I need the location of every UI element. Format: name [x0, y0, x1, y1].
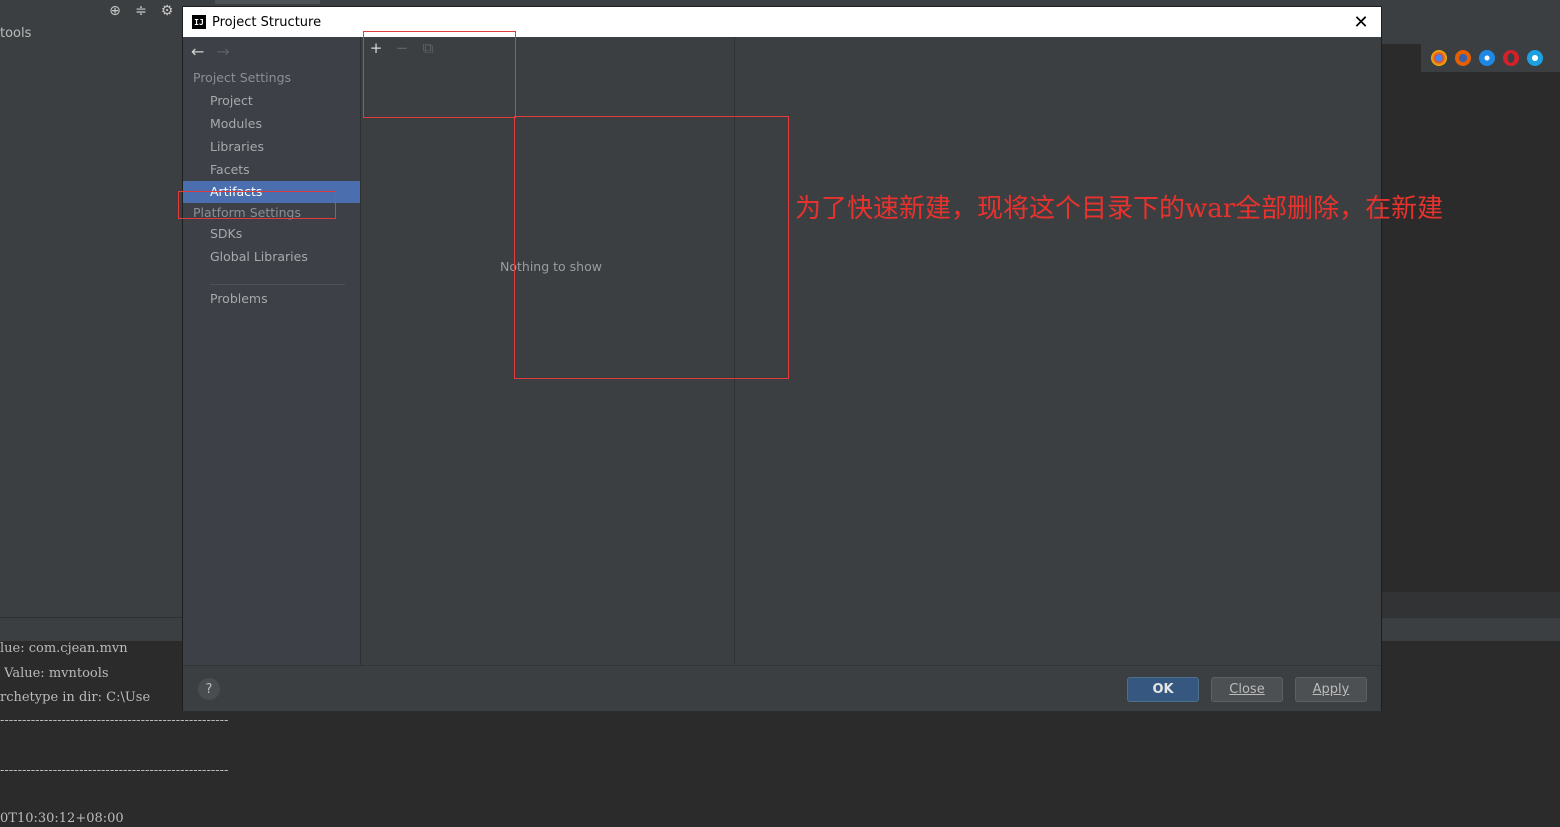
- platform-settings-header: Platform Settings: [193, 205, 301, 220]
- dialog-title: Project Structure: [212, 14, 322, 30]
- ide-tab-indicator: [215, 0, 320, 4]
- close-icon[interactable]: ✕: [1349, 10, 1373, 34]
- console-line: ----------------------------------------…: [0, 763, 229, 778]
- sidebar-divider: [210, 284, 345, 285]
- sidebar-item-global-libraries[interactable]: Global Libraries: [183, 246, 360, 268]
- ide-project-label: tools: [0, 26, 32, 41]
- add-icon[interactable]: +: [368, 39, 384, 57]
- project-structure-dialog: IJ Project Structure ✕ ← → Project Setti…: [182, 6, 1382, 711]
- opera-icon[interactable]: [1503, 50, 1519, 66]
- ide-top-toolbar: ⊕ ≑ ⚙: [106, 2, 176, 20]
- nav-arrows: ← →: [191, 42, 230, 61]
- copy-icon[interactable]: ⧉: [420, 39, 436, 57]
- ide-project-panel: tools: [0, 22, 182, 617]
- dialog-footer: ? OK Close Apply: [183, 665, 1381, 711]
- close-button[interactable]: Close: [1211, 677, 1283, 702]
- sidebar-item-facets[interactable]: Facets: [183, 159, 360, 181]
- artifact-details-panel: [736, 37, 1381, 665]
- firefox-icon[interactable]: [1455, 50, 1471, 66]
- console-line: Value: mvntools: [0, 666, 109, 681]
- help-icon[interactable]: ?: [198, 678, 220, 700]
- console-line: rchetype in dir: C:\Use: [0, 690, 151, 705]
- target-icon[interactable]: ⊕: [106, 2, 124, 20]
- ie-icon[interactable]: [1527, 50, 1543, 66]
- artifacts-list-panel: + − ⧉ Nothing to show: [362, 37, 735, 665]
- sidebar-item-problems[interactable]: Problems: [183, 288, 360, 310]
- dialog-titlebar[interactable]: IJ Project Structure ✕: [183, 7, 1381, 37]
- artifacts-toolbar: + − ⧉: [368, 39, 436, 57]
- gear-icon[interactable]: ⚙: [158, 2, 176, 20]
- remove-icon[interactable]: −: [394, 39, 410, 57]
- sidebar-item-sdks[interactable]: SDKs: [183, 223, 360, 245]
- sidebar-item-project[interactable]: Project: [183, 90, 360, 112]
- sidebar-item-libraries[interactable]: Libraries: [183, 136, 360, 158]
- apply-button[interactable]: Apply: [1295, 677, 1367, 702]
- ide-editor-tabs: [1382, 22, 1560, 44]
- sidebar-item-artifacts[interactable]: Artifacts: [183, 181, 360, 203]
- console-line: lue: com.cjean.mvn: [0, 641, 128, 656]
- safari-icon[interactable]: [1479, 50, 1495, 66]
- ide-right-strip: [1382, 592, 1560, 617]
- annotation-text: 为了快速新建，现将这个目录下的war全部删除，在新建: [795, 194, 1444, 224]
- console-line: ----------------------------------------…: [0, 713, 229, 728]
- sidebar-item-modules[interactable]: Modules: [183, 113, 360, 135]
- console-line: 0T10:30:12+08:00: [0, 811, 124, 826]
- browser-preview-bar: [1421, 44, 1560, 72]
- settings-sidebar: ← → Project Settings Project Modules Lib…: [183, 37, 361, 665]
- empty-list-text: Nothing to show: [500, 259, 602, 274]
- ide-editor-area: [1382, 22, 1560, 592]
- chrome-icon[interactable]: [1431, 50, 1447, 66]
- intellij-logo-icon: IJ: [192, 15, 206, 29]
- ok-button[interactable]: OK: [1127, 677, 1199, 702]
- project-settings-header: Project Settings: [193, 70, 292, 85]
- forward-arrow-icon[interactable]: →: [216, 42, 229, 61]
- collapse-icon[interactable]: ≑: [132, 2, 150, 20]
- back-arrow-icon[interactable]: ←: [191, 42, 204, 61]
